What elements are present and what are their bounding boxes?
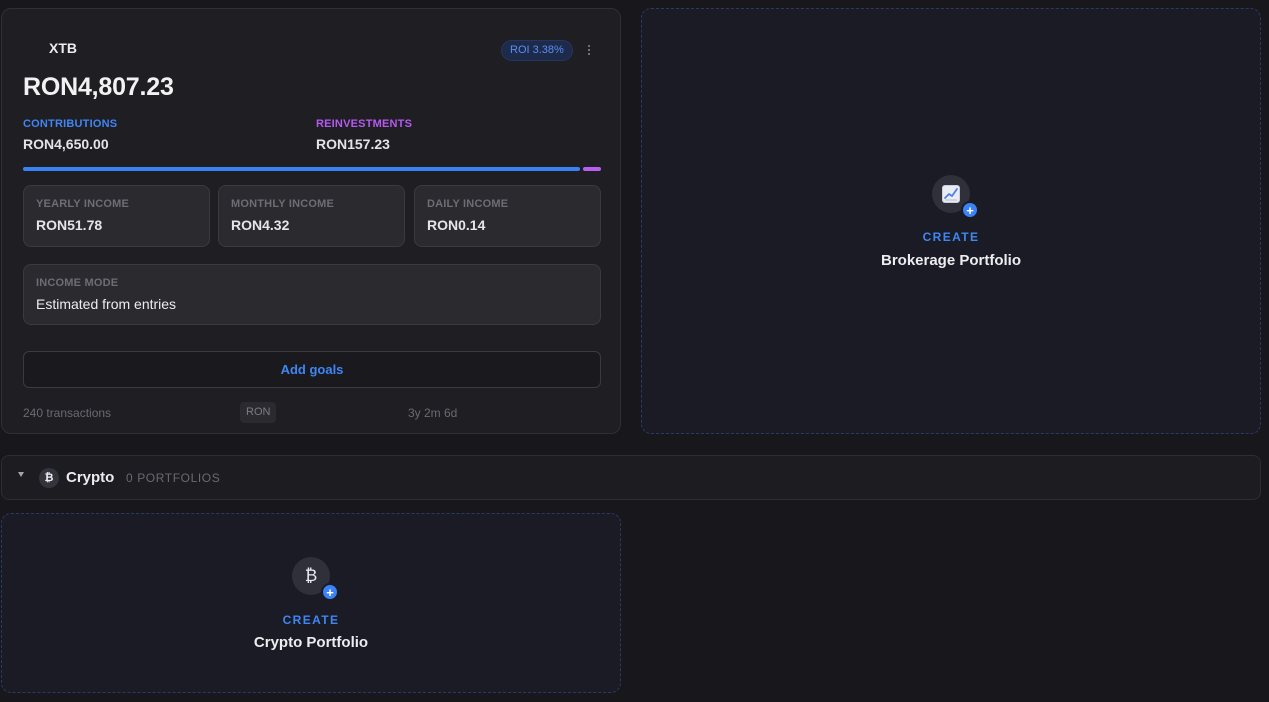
daily-income-label: DAILY INCOME: [427, 198, 509, 210]
create-card-title: Crypto Portfolio: [253, 634, 369, 651]
create-label: CREATE: [282, 613, 340, 627]
add-goals-button[interactable]: Add goals: [23, 351, 601, 388]
income-mode-label: INCOME MODE: [36, 277, 119, 289]
bitcoin-glyph: ₿: [304, 566, 318, 585]
create-label: CREATE: [922, 230, 980, 244]
create-card-title: Brokerage Portfolio: [880, 252, 1022, 269]
income-mode-value: Estimated from entries: [36, 296, 177, 312]
bitcoin-icon: ₿: [39, 468, 59, 488]
portfolio-count: 0 PORTFOLIOS: [126, 471, 221, 485]
monthly-income-box: MONTHLY INCOME RON4.32: [218, 185, 405, 247]
monthly-income-label: MONTHLY INCOME: [231, 198, 335, 210]
currency-chip: RON: [240, 402, 277, 423]
create-brokerage-portfolio-card[interactable]: + CREATE Brokerage Portfolio: [641, 8, 1261, 434]
yearly-income-box: YEARLY INCOME RON51.78: [23, 185, 210, 247]
portfolio-name: XTB: [49, 40, 77, 56]
monthly-income-value: RON4.32: [231, 217, 290, 233]
reinvestments-label: REINVESTMENTS: [316, 118, 413, 130]
chart-up-icon: +: [932, 175, 979, 219]
reinvestments-value: RON157.23: [316, 136, 390, 152]
yearly-income-label: YEARLY INCOME: [36, 198, 130, 210]
create-crypto-portfolio-card[interactable]: ₿ + CREATE Crypto Portfolio: [1, 513, 621, 693]
contributions-bar-segment: [23, 167, 580, 171]
bitcoin-icon: ₿ +: [292, 557, 339, 601]
plus-icon: +: [321, 583, 339, 601]
contributions-value: RON4,650.00: [23, 136, 109, 152]
reinvestments-bar-segment: [583, 167, 601, 171]
transaction-count: 240 transactions: [23, 406, 112, 420]
contributions-label: CONTRIBUTIONS: [23, 118, 118, 130]
more-options-icon[interactable]: [580, 39, 598, 61]
collapse-caret-icon[interactable]: [18, 472, 24, 477]
portfolio-card-xtb[interactable]: XTB ROI 3.38% RON4,807.23 CONTRIBUTIONS …: [1, 8, 621, 434]
contribution-split-bar: [23, 167, 601, 171]
yearly-income-value: RON51.78: [36, 217, 103, 233]
daily-income-value: RON0.14: [427, 217, 486, 233]
income-mode-box: INCOME MODE Estimated from entries: [23, 264, 601, 325]
portfolio-duration: 3y 2m 6d: [408, 406, 458, 420]
roi-badge: ROI 3.38%: [501, 40, 573, 61]
crypto-section-header[interactable]: ₿ Crypto 0 PORTFOLIOS: [1, 455, 1261, 500]
section-title: Crypto: [66, 469, 115, 486]
daily-income-box: DAILY INCOME RON0.14: [414, 185, 601, 247]
portfolio-total-value: RON4,807.23: [23, 73, 174, 101]
plus-icon: +: [961, 201, 979, 219]
